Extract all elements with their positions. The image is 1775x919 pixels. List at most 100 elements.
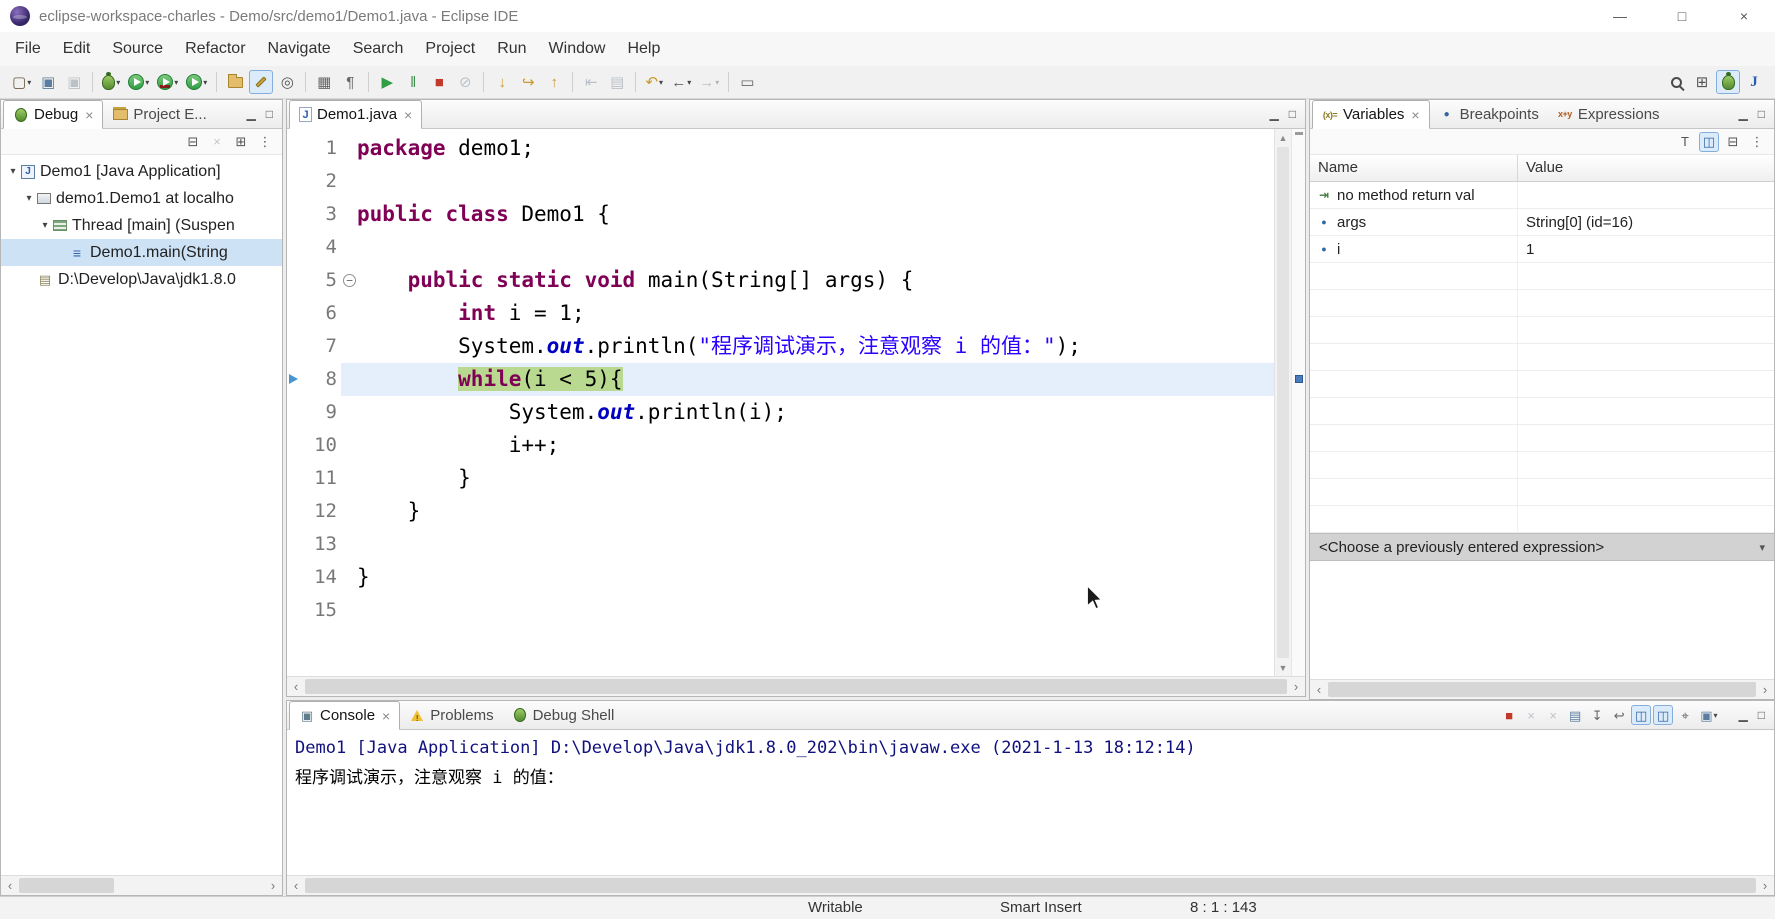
block-selection-button[interactable]: ▦ — [312, 70, 336, 94]
scroll-thumb[interactable] — [305, 878, 1756, 893]
current-line-marker[interactable] — [1295, 375, 1303, 383]
scroll-thumb[interactable] — [19, 878, 114, 893]
remove-all-terminated-button[interactable]: × — [207, 132, 227, 152]
pin-console-button[interactable]: ⌖ — [1675, 705, 1695, 725]
tab-variables[interactable]: Variables× — [1312, 100, 1430, 129]
step-over-button[interactable]: ↪ — [516, 70, 540, 94]
annotation-ruler[interactable] — [287, 561, 301, 594]
show-whitespace-button[interactable]: ¶ — [338, 70, 362, 94]
annotation-ruler[interactable] — [287, 231, 301, 264]
terminate-button[interactable]: ■ — [427, 70, 451, 94]
column-header-name[interactable]: Name — [1310, 155, 1518, 181]
code-text[interactable]: package demo1; — [357, 132, 1274, 165]
code-text[interactable]: int i = 1; — [357, 297, 1274, 330]
maximize-view-icon[interactable]: □ — [266, 107, 273, 121]
annotation-ruler[interactable] — [287, 429, 301, 462]
tab-console[interactable]: Console× — [289, 701, 400, 730]
collapse-region-icon[interactable]: − — [343, 274, 356, 287]
view-menu-button[interactable]: ⋮ — [1747, 132, 1767, 152]
step-into-button[interactable]: ↓ — [490, 70, 514, 94]
tab-expressions[interactable]: Expressions — [1548, 100, 1669, 128]
annotation-ruler[interactable] — [287, 165, 301, 198]
scroll-right-icon[interactable] — [1756, 876, 1774, 895]
maximize-view-icon[interactable]: □ — [1758, 708, 1765, 722]
menu-item-project[interactable]: Project — [414, 32, 486, 66]
tree-chevron-icon[interactable]: ▾ — [5, 166, 21, 177]
variables-detail-pane[interactable] — [1310, 561, 1774, 679]
tab-problems[interactable]: Problems — [400, 701, 502, 729]
maximize-view-icon[interactable]: □ — [1758, 107, 1765, 121]
tree-chevron-icon[interactable]: ▾ — [37, 220, 53, 231]
pin-editor-button[interactable]: ▭ — [735, 70, 759, 94]
code-text[interactable] — [357, 594, 1274, 627]
variable-row-no-method-return-val[interactable]: no method return val — [1310, 182, 1774, 209]
maximize-button[interactable]: □ — [1651, 0, 1713, 32]
collapse-all-button[interactable]: ⊟ — [183, 132, 203, 152]
menu-item-navigate[interactable]: Navigate — [257, 32, 342, 66]
tab-project-e[interactable]: Project E... — [103, 100, 215, 128]
suspend-button[interactable]: ‖ — [401, 70, 425, 94]
menu-item-run[interactable]: Run — [486, 32, 537, 66]
menu-item-search[interactable]: Search — [342, 32, 415, 66]
collapse-all-button[interactable]: ⊟ — [1723, 132, 1743, 152]
coverage-button[interactable]: ▾ — [154, 70, 181, 94]
tab-breakpoints[interactable]: Breakpoints — [1430, 100, 1548, 128]
close-tab-icon[interactable]: × — [85, 107, 93, 123]
code-text[interactable] — [357, 165, 1274, 198]
forward-button[interactable]: →▾ — [696, 70, 722, 94]
console-output[interactable]: Demo1 [Java Application] D:\Develop\Java… — [287, 730, 1774, 875]
scroll-thumb[interactable] — [1328, 682, 1756, 697]
minimize-view-icon[interactable]: ▁ — [1739, 107, 1748, 121]
save-all-button[interactable]: ▣ — [62, 70, 86, 94]
drop-to-frame-button[interactable]: ⇤ — [579, 70, 603, 94]
disconnect-button[interactable]: ⊘ — [453, 70, 477, 94]
close-tab-icon[interactable]: × — [1411, 107, 1419, 123]
code-text[interactable]: public static void main(String[] args) { — [357, 264, 1274, 297]
scroll-thumb[interactable] — [305, 679, 1287, 694]
variable-row-i[interactable]: i1 — [1310, 236, 1774, 263]
scroll-lock-button[interactable]: ↧ — [1587, 705, 1607, 725]
scroll-left-icon[interactable] — [287, 677, 305, 696]
scroll-right-icon[interactable] — [1287, 677, 1305, 696]
tab-debug-shell[interactable]: Debug Shell — [503, 701, 624, 729]
tab-debug[interactable]: Debug× — [3, 100, 103, 129]
code-text[interactable] — [357, 528, 1274, 561]
open-element-button[interactable]: ◎ — [275, 70, 299, 94]
annotation-ruler[interactable] — [287, 330, 301, 363]
back-button[interactable]: ←▾ — [668, 70, 694, 94]
code-text[interactable]: } — [357, 561, 1274, 594]
annotation-ruler[interactable] — [287, 495, 301, 528]
close-button[interactable]: × — [1713, 0, 1775, 32]
annotation-ruler[interactable] — [287, 528, 301, 561]
annotation-ruler[interactable] — [287, 198, 301, 231]
annotation-ruler[interactable] — [287, 462, 301, 495]
minimize-view-icon[interactable]: ▁ — [1270, 107, 1279, 121]
minimize-view-icon[interactable]: ▁ — [1739, 708, 1748, 722]
menu-item-refactor[interactable]: Refactor — [174, 32, 256, 66]
expression-combo[interactable]: <Choose a previously entered expression> — [1310, 533, 1774, 561]
tree-item-d-develop-java-jdk1-8-0[interactable]: D:\Develop\Java\jdk1.8.0 — [1, 266, 282, 293]
variable-row-args[interactable]: argsString[0] (id=16) — [1310, 209, 1774, 236]
menu-item-help[interactable]: Help — [616, 32, 671, 66]
scroll-left-icon[interactable] — [1310, 680, 1328, 699]
tree-item-demo1-demo1-at-localho[interactable]: ▾demo1.Demo1 at localho — [1, 185, 282, 212]
tree-item-demo1-main-string[interactable]: Demo1.main(String — [1, 239, 282, 266]
tree-item-demo1-java-application[interactable]: ▾Demo1 [Java Application] — [1, 158, 282, 185]
code-text[interactable]: public class Demo1 { — [357, 198, 1274, 231]
annotation-ruler[interactable] — [287, 297, 301, 330]
search-button[interactable] — [1664, 70, 1688, 94]
scroll-left-icon[interactable] — [287, 876, 305, 895]
annotation-ruler[interactable] — [287, 396, 301, 429]
code-text[interactable]: while(i < 5){ — [357, 363, 1274, 396]
code-text[interactable]: System.out.println("程序调试演示，注意观察 i 的值："); — [357, 330, 1274, 363]
new-button[interactable]: ▢▾ — [9, 70, 34, 94]
annotation-ruler[interactable] — [287, 363, 301, 396]
show-stderr-toggle-button[interactable]: ◫ — [1653, 705, 1673, 725]
run-button[interactable]: ▾ — [125, 70, 152, 94]
step-return-button[interactable]: ↑ — [542, 70, 566, 94]
minimize-button[interactable]: — — [1589, 0, 1651, 32]
terminate-console-button[interactable]: ■ — [1499, 705, 1519, 725]
view-layout-button[interactable]: ⊞ — [231, 132, 251, 152]
open-perspective-button[interactable]: ⊞ — [1690, 70, 1714, 94]
minimize-view-icon[interactable]: ▁ — [247, 107, 256, 121]
